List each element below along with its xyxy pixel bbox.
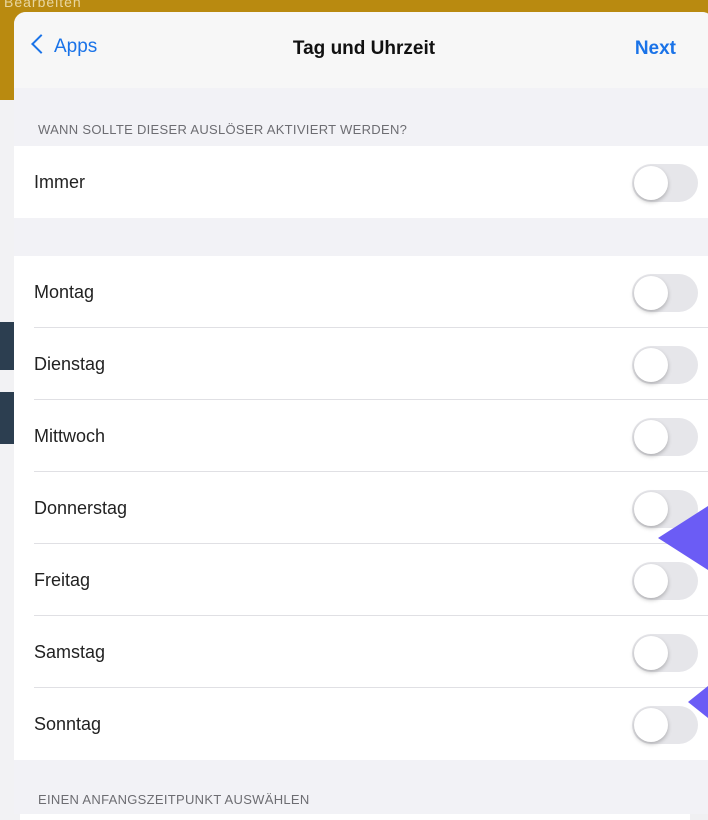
day-label: Montag [34, 282, 95, 302]
toggle-knob [634, 420, 668, 454]
modal-sheet: Apps Tag und Uhrzeit Next WANN SOLLTE DI… [14, 12, 708, 814]
day-label: Dienstag [34, 354, 106, 374]
toggle-knob [634, 636, 668, 670]
wednesday-toggle[interactable] [632, 418, 698, 456]
background-left-block [0, 392, 14, 444]
toggle-knob [634, 276, 668, 310]
always-group: Immer [14, 146, 708, 218]
always-label: Immer [34, 172, 85, 192]
background-left-block [0, 322, 14, 370]
list-item-friday[interactable]: Freitag [14, 544, 708, 616]
next-button[interactable]: Next [635, 38, 676, 60]
toggle-knob [634, 708, 668, 742]
list-item-saturday[interactable]: Samstag [14, 616, 708, 688]
start-section-header: EINEN ANFANGSZEITPUNKT AUSWÄHLEN [38, 792, 310, 807]
trigger-section-header: WANN SOLLTE DIESER AUSLÖSER AKTIVIERT WE… [38, 122, 408, 137]
toggle-knob [634, 348, 668, 382]
page-title: Tag und Uhrzeit [292, 38, 436, 59]
navigation-bar: Apps Tag und Uhrzeit Next [14, 12, 708, 88]
list-item-wednesday[interactable]: Mittwoch [14, 400, 708, 472]
day-label: Mittwoch [34, 426, 106, 446]
background-app-title: Bearbeiten [4, 0, 82, 10]
always-toggle[interactable] [632, 164, 698, 202]
annotation-arrow-icon [658, 506, 708, 570]
day-label: Donnerstag [34, 498, 128, 518]
toggle-knob [634, 166, 668, 200]
day-label: Freitag [34, 570, 91, 590]
list-item-sunday[interactable]: Sonntag [14, 688, 708, 760]
list-item-tuesday[interactable]: Dienstag [14, 328, 708, 400]
days-group: Montag Dienstag Mittwoch Donnerstag Frei… [14, 256, 708, 760]
list-item-thursday[interactable]: Donnerstag [14, 472, 708, 544]
day-label: Samstag [34, 642, 106, 662]
saturday-toggle[interactable] [632, 634, 698, 672]
monday-toggle[interactable] [632, 274, 698, 312]
annotation-arrow-icon [688, 686, 708, 718]
day-label: Sonntag [34, 714, 102, 734]
list-item-monday[interactable]: Montag [14, 256, 708, 328]
tuesday-toggle[interactable] [632, 346, 698, 384]
list-item-always[interactable]: Immer [14, 146, 708, 218]
